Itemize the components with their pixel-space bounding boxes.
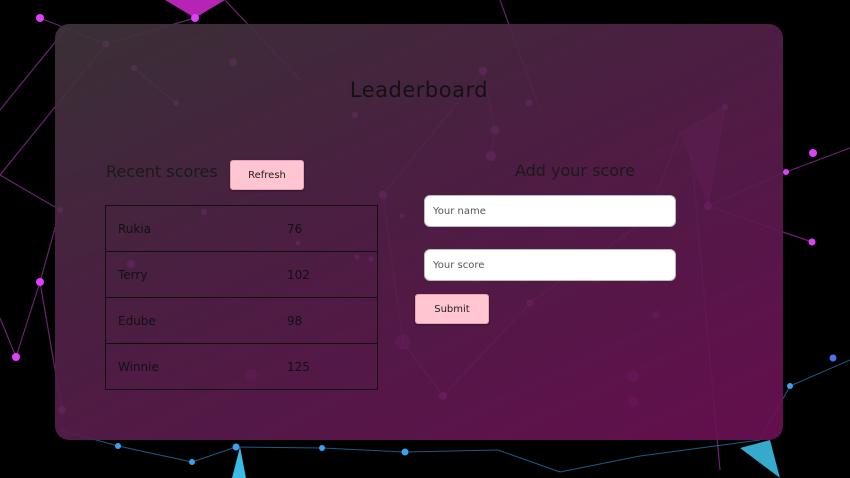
- name-input[interactable]: [424, 195, 676, 227]
- player-name: Terry: [105, 251, 287, 298]
- table-row: Edube 98: [105, 297, 378, 344]
- add-score-heading: Add your score: [514, 161, 636, 180]
- leaderboard-card: Leaderboard Recent scores Refresh Rukia …: [55, 24, 783, 440]
- refresh-button[interactable]: Refresh: [230, 160, 304, 190]
- submit-button[interactable]: Submit: [415, 294, 489, 324]
- player-score: 102: [287, 251, 378, 298]
- table-row: Winnie 125: [105, 343, 378, 390]
- page-title: Leaderboard: [349, 78, 489, 102]
- table-row: Terry 102: [105, 251, 378, 298]
- score-input[interactable]: [424, 249, 676, 281]
- player-score: 125: [287, 343, 378, 390]
- player-score: 76: [287, 205, 378, 252]
- player-name: Winnie: [105, 343, 287, 390]
- scores-table: Rukia 76 Terry 102 Edube 98 Winnie 125: [105, 205, 378, 390]
- recent-scores-heading: Recent scores: [106, 162, 218, 181]
- player-name: Rukia: [105, 205, 287, 252]
- player-name: Edube: [105, 297, 287, 344]
- table-row: Rukia 76: [105, 205, 378, 252]
- player-score: 98: [287, 297, 378, 344]
